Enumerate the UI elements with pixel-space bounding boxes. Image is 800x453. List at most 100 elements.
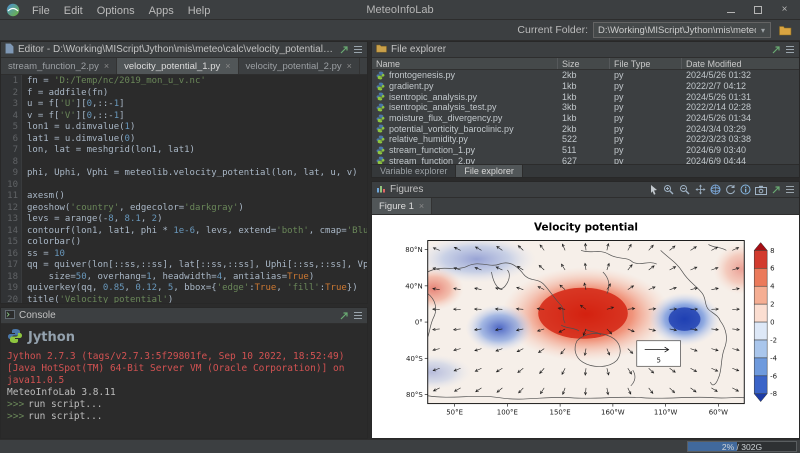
line-number: 12: [1, 203, 18, 215]
close-icon[interactable]: ×: [419, 201, 424, 211]
table-row[interactable]: stream_function_2.py627py2024/6/9 04:44: [372, 156, 799, 165]
select-arrow-icon[interactable]: [648, 184, 659, 195]
float-panel-icon[interactable]: [339, 45, 349, 55]
editor-tab[interactable]: velocity_potential_2.py ×: [239, 58, 360, 74]
file-type: py: [610, 134, 682, 144]
code-line: colorbar(): [27, 237, 367, 249]
pan-icon[interactable]: [695, 184, 706, 195]
python-file-icon: [376, 124, 385, 133]
folder-icon: [376, 44, 387, 56]
menu-item-apps[interactable]: Apps: [142, 3, 181, 19]
current-folder-combobox[interactable]: D:\Working\MIScript\Jython\mis\meteo\cal…: [593, 22, 771, 38]
table-row[interactable]: isentropic_analysis_test.py3kbpy2022/2/1…: [372, 102, 799, 113]
python-file-icon: [376, 135, 385, 144]
tab-label: velocity_potential_1.py: [124, 61, 220, 72]
editor-title: Editor - D:\Working\MIScript\Jython\mis\…: [18, 44, 335, 55]
code-line: [27, 180, 367, 192]
table-row[interactable]: stream_function_1.py511py2024/6/9 03:40: [372, 145, 799, 156]
zoom-out-icon[interactable]: [679, 184, 691, 195]
file-date: 2024/5/26 01:32: [682, 70, 799, 80]
line-number: 14: [1, 226, 18, 238]
column-header[interactable]: Size: [558, 58, 610, 69]
save-image-camera-icon[interactable]: [755, 185, 767, 195]
editor-tab[interactable]: stream_function_2.py×: [1, 58, 117, 74]
tab-label: velocity_potential_2.py: [246, 61, 342, 72]
panel-menu-icon[interactable]: [785, 185, 795, 194]
maximize-icon[interactable]: [744, 0, 771, 20]
table-row[interactable]: relative_humidity.py522py2022/3/23 03:38: [372, 134, 799, 145]
console-text: run script...: [28, 411, 102, 422]
figure-tab-label: Figure 1: [379, 201, 414, 212]
panel-menu-icon[interactable]: [353, 45, 363, 54]
menu-item-options[interactable]: Options: [90, 3, 142, 19]
close-icon[interactable]: ×: [347, 61, 352, 71]
document-icon: [5, 43, 14, 57]
column-header[interactable]: Name: [372, 58, 558, 69]
figure-tab[interactable]: Figure 1 ×: [372, 198, 432, 214]
code-area[interactable]: fn = 'D:/Temp/nc/2019_mon_u_v.nc'f = add…: [22, 75, 367, 303]
current-folder-label: Current Folder:: [517, 24, 588, 36]
file-size: 2kb: [558, 124, 610, 134]
file-size: 627: [558, 156, 610, 164]
float-panel-icon[interactable]: [339, 311, 349, 321]
open-folder-button[interactable]: [776, 22, 794, 39]
menu-item-edit[interactable]: Edit: [57, 3, 90, 19]
app-icon: [6, 3, 20, 17]
console-output[interactable]: Jython Jython 2.7.3 (tags/v2.7.3:5f29801…: [1, 324, 367, 438]
rotate-icon[interactable]: [725, 184, 736, 195]
quiver-key: 5: [637, 341, 681, 367]
full-extent-globe-icon[interactable]: [710, 184, 721, 195]
console-line: Jython 2.7.3 (tags/v2.7.3:5f29801fe, Sep…: [7, 351, 361, 363]
file-name: moisture_flux_divergency.py: [372, 113, 558, 123]
table-row[interactable]: gradient.py1kbpy2022/2/7 04:12: [372, 81, 799, 92]
panel-tab-variable-explorer[interactable]: Variable explorer: [372, 165, 456, 177]
file-type: py: [610, 145, 682, 155]
panel-menu-icon[interactable]: [353, 311, 363, 320]
panel-menu-icon[interactable]: [785, 45, 795, 54]
table-row[interactable]: moisture_flux_divergency.py1kbpy2024/5/2…: [372, 113, 799, 124]
table-row[interactable]: potential_vorticity_baroclinic.py2kbpy20…: [372, 123, 799, 134]
menu-item-help[interactable]: Help: [181, 3, 218, 19]
menu-bar: FileEditOptionsAppsHelp MeteoInfoLab ×: [0, 0, 800, 20]
chevron-down-icon[interactable]: ▾: [756, 26, 770, 35]
menu-item-file[interactable]: File: [25, 3, 57, 19]
editor-tab[interactable]: velocity_potential_1.py ×: [117, 58, 238, 74]
zoom-in-icon[interactable]: [663, 184, 675, 195]
float-panel-icon[interactable]: [771, 185, 781, 195]
panel-tab-file-explorer[interactable]: File explorer: [456, 165, 523, 177]
table-row[interactable]: frontogenesis.py2kbpy2024/5/26 01:32: [372, 70, 799, 81]
console-header: Console: [1, 308, 367, 324]
explorer-bottom-tabs: Variable explorerFile explorer: [372, 164, 799, 177]
figure-title: Velocity potential: [534, 222, 638, 234]
minimize-icon[interactable]: [717, 0, 744, 20]
line-number: 19: [1, 283, 18, 295]
file-type: py: [610, 102, 682, 112]
console-panel: Console Jython Jython 2.7.3 (tags/v2.7.3…: [0, 307, 368, 439]
jython-logo-label: Jython: [28, 332, 75, 344]
column-header[interactable]: Date Modified: [682, 58, 799, 69]
python-file-icon: [376, 146, 385, 155]
code-editor[interactable]: 1234567891011121314151617181920 fn = 'D:…: [1, 75, 367, 303]
line-number: 3: [1, 99, 18, 111]
table-row[interactable]: isentropic_analysis.py1kbpy2024/5/26 01:…: [372, 91, 799, 102]
file-table: frontogenesis.py2kbpy2024/5/26 01:32grad…: [372, 70, 799, 164]
file-size: 522: [558, 134, 610, 144]
float-panel-icon[interactable]: [771, 45, 781, 55]
close-icon[interactable]: ×: [225, 61, 230, 71]
file-date: 2024/3/4 03:29: [682, 124, 799, 134]
figure-canvas[interactable]: 5 50°E100°E150°E160°W110°W60°W80°N40°N0°…: [372, 215, 799, 438]
close-icon[interactable]: ×: [104, 61, 109, 71]
file-name: frontogenesis.py: [372, 70, 558, 80]
colorbar-label: 2: [770, 301, 774, 309]
code-line: size=50, overhang=1, headwidth=4, antial…: [27, 272, 367, 284]
jython-icon: [7, 328, 23, 348]
line-number: 18: [1, 272, 18, 284]
identify-info-icon[interactable]: [740, 184, 751, 195]
memory-usage-label: 2% / 302G: [688, 442, 796, 451]
close-icon[interactable]: ×: [771, 0, 798, 20]
file-size: 1kb: [558, 113, 610, 123]
file-name: gradient.py: [372, 81, 558, 91]
column-header[interactable]: File Type: [610, 58, 682, 69]
x-tick-label: 160°W: [601, 408, 625, 416]
map-layers: [392, 236, 769, 404]
